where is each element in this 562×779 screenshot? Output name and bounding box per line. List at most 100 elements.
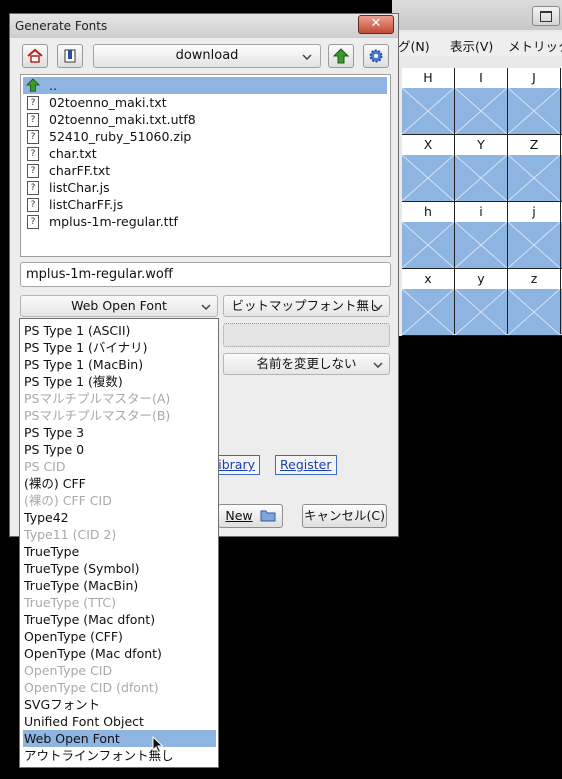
register-link[interactable]: Register: [275, 455, 337, 475]
up-folder-icon: [26, 78, 40, 92]
file-list-item[interactable]: ? 02toenno_maki.txt: [23, 94, 387, 111]
format-option[interactable]: PS Type 1 (MacBin): [23, 356, 216, 373]
glyph-cell[interactable]: [402, 222, 454, 268]
format-dropdown-list[interactable]: PS Type 1 (ASCII) PS Type 1 (バイナリ) PS Type…: [19, 318, 219, 768]
outline-format-select[interactable]: Web Open Font: [20, 295, 218, 317]
format-option[interactable]: PS Type 1 (複数): [23, 373, 216, 390]
chevron-down-icon: [302, 54, 312, 60]
glyph-label: H: [423, 70, 433, 85]
bitmap-sizes-field[interactable]: [223, 323, 390, 347]
unknown-file-icon: ?: [27, 198, 39, 212]
glyph-cell[interactable]: [508, 155, 560, 201]
bookmarks-button[interactable]: [57, 44, 83, 68]
bitmap-format-value: ビットマップフォント無し: [231, 298, 382, 313]
file-list-item[interactable]: ? 52410_ruby_51060.zip: [23, 128, 387, 145]
chevron-down-icon: [373, 304, 383, 310]
cancel-button[interactable]: キャンセル(C): [302, 504, 387, 528]
directory-value: download: [175, 48, 239, 63]
settings-button[interactable]: [363, 44, 389, 68]
file-list-item[interactable]: ? 02toenno_maki.txt.utf8: [23, 111, 387, 128]
unknown-file-icon: ?: [27, 164, 39, 178]
parent-directory-button[interactable]: [328, 44, 354, 68]
file-name: char.txt: [49, 146, 97, 161]
file-list-item[interactable]: ? listChar.js: [23, 179, 387, 196]
directory-select[interactable]: download: [93, 44, 321, 68]
format-option[interactable]: PS Type 0: [23, 441, 216, 458]
bitmap-format-select[interactable]: ビットマップフォント無し: [223, 295, 390, 317]
glyph-label: I: [479, 70, 483, 85]
menu-item-metrics[interactable]: メトリック(: [508, 36, 562, 55]
format-option: PSマルチプルマスター(B): [24, 408, 171, 423]
bookmark-icon: [64, 49, 76, 63]
file-name: listCharFF.js: [49, 197, 124, 212]
file-list-item[interactable]: ? listCharFF.js: [23, 196, 387, 213]
file-list[interactable]: ..? 02toenno_maki.txt? 02toenno_maki.txt.u…: [20, 74, 391, 257]
home-button[interactable]: [22, 44, 48, 68]
glyph-cell[interactable]: [455, 289, 507, 335]
file-list-item[interactable]: ? char.txt: [23, 145, 387, 162]
format-option[interactable]: TrueType: [23, 543, 216, 560]
unknown-file-icon: ?: [27, 113, 39, 127]
format-option[interactable]: TrueType (MacBin): [23, 577, 216, 594]
format-option[interactable]: OpenType (CFF): [23, 628, 216, 645]
new-folder-button[interactable]: New: [218, 504, 283, 528]
glyph-grid: H I J X Y Zh i j x y z: [402, 68, 562, 336]
file-list-item[interactable]: ? charFF.txt: [23, 162, 387, 179]
menu-item-view[interactable]: 表示(V): [450, 36, 493, 55]
glyph-label: Y: [477, 137, 485, 152]
unknown-file-icon: ?: [27, 147, 39, 161]
glyph-cell[interactable]: [508, 222, 560, 268]
file-name: 52410_ruby_51060.zip: [49, 129, 192, 144]
unknown-file-icon: ?: [27, 130, 39, 144]
format-option[interactable]: OpenType (Mac dfont): [23, 645, 216, 662]
maximize-button[interactable]: [532, 6, 560, 26]
glyph-cell[interactable]: [402, 88, 454, 134]
new-label: New: [225, 508, 253, 523]
grid-line: [454, 68, 455, 334]
unknown-file-icon: ?: [27, 96, 39, 110]
glyph-cell[interactable]: [402, 155, 454, 201]
format-option[interactable]: Unified Font Object: [23, 713, 216, 730]
format-option[interactable]: PS Type 3: [23, 424, 216, 441]
format-option[interactable]: SVGフォント: [23, 696, 216, 713]
format-option[interactable]: PS Type 1 (バイナリ): [23, 339, 216, 356]
glyph-label: Z: [529, 137, 539, 152]
file-name: charFF.txt: [49, 163, 111, 178]
close-button[interactable]: ✕: [358, 15, 394, 34]
glyph-cell[interactable]: [508, 289, 560, 335]
format-option: TrueType (TTC): [24, 595, 117, 610]
format-option: (裸の) CFF CID: [24, 493, 112, 508]
glyph-label: y: [477, 271, 485, 286]
format-option[interactable]: (裸の) CFF: [23, 475, 216, 492]
menu-item[interactable]: グ(N): [398, 36, 430, 55]
grid-line: [402, 335, 562, 336]
format-option[interactable]: アウトラインフォント無し: [23, 747, 216, 764]
file-name: 02toenno_maki.txt.utf8: [49, 112, 196, 127]
glyph-cell[interactable]: [455, 88, 507, 134]
filename-input[interactable]: mplus-1m-regular.woff: [20, 262, 391, 287]
grid-line: [560, 68, 561, 334]
format-option[interactable]: PS Type 1 (ASCII): [23, 322, 216, 339]
format-option[interactable]: TrueType (Symbol): [23, 560, 216, 577]
format-option: OpenType CID (dfont): [24, 680, 159, 695]
unknown-file-icon: ?: [27, 215, 39, 229]
format-option[interactable]: TrueType (Mac dfont): [23, 611, 216, 628]
format-option: PSマルチプルマスター(A): [24, 391, 171, 406]
file-list-item[interactable]: ..: [23, 77, 387, 94]
file-list-item[interactable]: ? mplus-1m-regular.ttf: [23, 213, 387, 230]
format-option: PS CID: [24, 459, 66, 474]
up-arrow-icon: [333, 48, 349, 64]
glyph-cell[interactable]: [455, 222, 507, 268]
format-option[interactable]: Type42: [23, 509, 216, 526]
home-icon: [27, 48, 43, 63]
glyph-cell[interactable]: [455, 155, 507, 201]
glyph-cell[interactable]: [402, 289, 454, 335]
glyph-cell[interactable]: [508, 88, 560, 134]
dialog-titlebar: Generate Fonts: [10, 14, 398, 38]
glyph-label: j: [532, 204, 536, 219]
format-option[interactable]: Web Open Font: [23, 730, 216, 747]
chevron-down-icon: [201, 304, 211, 310]
glyph-label: i: [479, 204, 483, 219]
file-name: listChar.js: [49, 180, 110, 195]
rename-option-select[interactable]: 名前を変更しない: [223, 353, 390, 375]
